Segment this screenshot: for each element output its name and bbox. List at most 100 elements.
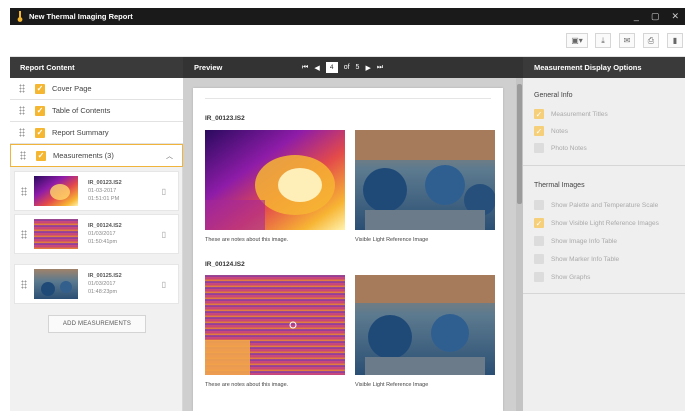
option-label: Photo Notes — [551, 144, 587, 152]
window-title: New Thermal Imaging Report — [29, 12, 133, 21]
drag-handle-icon[interactable] — [21, 279, 27, 289]
delete-button[interactable]: ▮ — [667, 33, 683, 48]
option-label: Show Graphs — [551, 273, 591, 281]
reference-caption: Visible Light Reference Image — [355, 237, 429, 243]
option-label: Notes — [551, 127, 568, 135]
content-item-label: Table of Contents — [52, 106, 111, 115]
image-notes: These are notes about this image. — [205, 382, 289, 388]
content-item-label: Measurements (3) — [53, 151, 114, 160]
checkbox-checked-icon[interactable]: ✓ — [35, 105, 45, 116]
option-label: Show Marker Info Table — [551, 255, 620, 263]
visible-light-image — [355, 275, 495, 375]
option-image-info-table[interactable]: Show Image Info Table — [534, 236, 617, 246]
checkbox-unchecked-icon[interactable] — [534, 272, 544, 282]
preview-scrollbar[interactable] — [516, 78, 523, 411]
checkbox-checked-icon[interactable]: ✓ — [534, 126, 544, 136]
trash-icon[interactable]: ▯ — [162, 187, 166, 196]
option-marker-info-table[interactable]: Show Marker Info Table — [534, 254, 619, 264]
drag-handle-icon[interactable] — [21, 186, 27, 196]
option-label: Show Image Info Table — [551, 237, 618, 245]
thermal-image — [205, 130, 345, 230]
trash-icon[interactable]: ▯ — [162, 230, 166, 239]
measurement-item[interactable]: IR_00125.IS2 01/03/2017 01:48:23pm ▯ — [14, 264, 179, 304]
content-item-measurements[interactable]: ✓ Measurements (3) ︿ — [10, 144, 183, 167]
scrollbar-thumb[interactable] — [517, 84, 522, 204]
title-bar: New Thermal Imaging Report _ ▢ ✕ — [10, 8, 685, 25]
maximize-icon[interactable]: ▢ — [651, 11, 660, 22]
checkbox-checked-icon[interactable]: ✓ — [35, 83, 45, 94]
thermal-thumbnail — [34, 176, 78, 206]
measurement-title: IR_00123.IS2 — [205, 115, 245, 122]
measurement-date: 01/03/2017 — [88, 281, 116, 287]
prev-page-icon[interactable]: ◀ — [314, 64, 319, 72]
close-icon[interactable]: ✕ — [671, 11, 679, 22]
toolbar: ▣▾ ⤓ ✉ ⎙ ▮ — [10, 25, 685, 57]
first-page-icon[interactable]: ⏮ — [302, 64, 308, 72]
photo-thumbnail — [34, 269, 78, 299]
thermal-image — [205, 275, 345, 375]
content-item-report-summary[interactable]: ✓ Report Summary — [10, 122, 183, 144]
option-palette-scale[interactable]: Show Palette and Temperature Scale — [534, 200, 658, 210]
chevron-up-icon[interactable]: ︿ — [166, 151, 173, 161]
visible-light-image — [355, 130, 495, 230]
general-info-title: General Info — [534, 92, 573, 99]
measurement-name: IR_00123.IS2 — [88, 180, 122, 186]
report-content-header: Report Content — [10, 57, 183, 78]
measurement-name: IR_00124.IS2 — [88, 223, 122, 229]
divider — [205, 98, 491, 99]
download-icon: ⤓ — [601, 35, 605, 45]
measurement-date: 01-03-2017 — [88, 188, 117, 194]
trash-icon[interactable]: ▯ — [162, 280, 166, 289]
checkbox-checked-icon[interactable]: ✓ — [534, 109, 544, 119]
measurement-name: IR_00125.IS2 — [88, 273, 122, 279]
checkbox-unchecked-icon[interactable] — [534, 200, 544, 210]
measurement-item[interactable]: IR_00124.IS2 01/03/2017 01:50:41pm ▯ — [14, 214, 179, 254]
drag-handle-icon[interactable] — [19, 128, 25, 137]
display-options-title: Measurement Display Options — [534, 63, 642, 72]
checkbox-checked-icon[interactable]: ✓ — [534, 218, 544, 228]
content-item-label: Cover Page — [52, 84, 92, 93]
reference-caption: Visible Light Reference Image — [355, 382, 429, 388]
email-icon: ✉ — [623, 36, 631, 45]
email-button[interactable]: ✉ — [619, 33, 635, 48]
option-notes[interactable]: ✓ Notes — [534, 126, 568, 136]
measurement-time: 01:51:01 PM — [88, 196, 120, 202]
thermal-thumbnail — [34, 219, 78, 249]
preview-page: IR_00123.IS2 These are notes about this … — [193, 88, 503, 411]
checkbox-unchecked-icon[interactable] — [534, 236, 544, 246]
image-notes: These are notes about this image. — [205, 237, 289, 243]
last-page-icon[interactable]: ⏭ — [377, 64, 383, 72]
save-icon: ▣▾ — [571, 36, 583, 45]
content-item-cover-page[interactable]: ✓ Cover Page — [10, 78, 183, 100]
print-button[interactable]: ⎙ — [643, 33, 659, 48]
pager: ⏮ ◀ 4 of 5 ▶ ⏭ — [302, 62, 383, 73]
save-button[interactable]: ▣▾ — [566, 33, 588, 48]
drag-handle-icon[interactable] — [19, 84, 25, 93]
download-button[interactable]: ⤓ — [595, 33, 611, 48]
page-number-input[interactable]: 4 — [325, 62, 338, 73]
display-options-panel: General Info ✓ Measurement Titles ✓ Note… — [523, 78, 685, 411]
drag-handle-icon[interactable] — [21, 229, 27, 239]
thermal-images-title: Thermal Images — [534, 182, 585, 189]
checkbox-checked-icon[interactable]: ✓ — [35, 127, 45, 138]
checkbox-unchecked-icon[interactable] — [534, 143, 544, 153]
drag-handle-icon[interactable] — [19, 106, 25, 115]
add-measurements-button[interactable]: ADD MEASUREMENTS — [48, 315, 146, 333]
option-show-graphs[interactable]: Show Graphs — [534, 272, 590, 282]
option-measurement-titles[interactable]: ✓ Measurement Titles — [534, 109, 608, 119]
minimize-icon[interactable]: _ — [634, 11, 639, 22]
page-of-label: of — [343, 64, 350, 71]
content-item-table-of-contents[interactable]: ✓ Table of Contents — [10, 100, 183, 122]
next-page-icon[interactable]: ▶ — [365, 64, 370, 72]
checkbox-unchecked-icon[interactable] — [534, 254, 544, 264]
measurement-item[interactable]: IR_00123.IS2 01-03-2017 01:51:01 PM ▯ — [14, 171, 179, 211]
checkbox-checked-icon[interactable]: ✓ — [36, 150, 46, 161]
measurement-title: IR_00124.IS2 — [205, 261, 245, 268]
print-icon: ⎙ — [647, 35, 655, 45]
display-options-header: Measurement Display Options — [523, 57, 685, 78]
option-visible-light[interactable]: ✓ Show Visible Light Reference Images — [534, 218, 659, 228]
divider — [523, 165, 685, 166]
drag-handle-icon[interactable] — [20, 151, 26, 160]
measurement-time: 01:48:23pm — [88, 289, 118, 295]
option-photo-notes[interactable]: Photo Notes — [534, 143, 587, 153]
